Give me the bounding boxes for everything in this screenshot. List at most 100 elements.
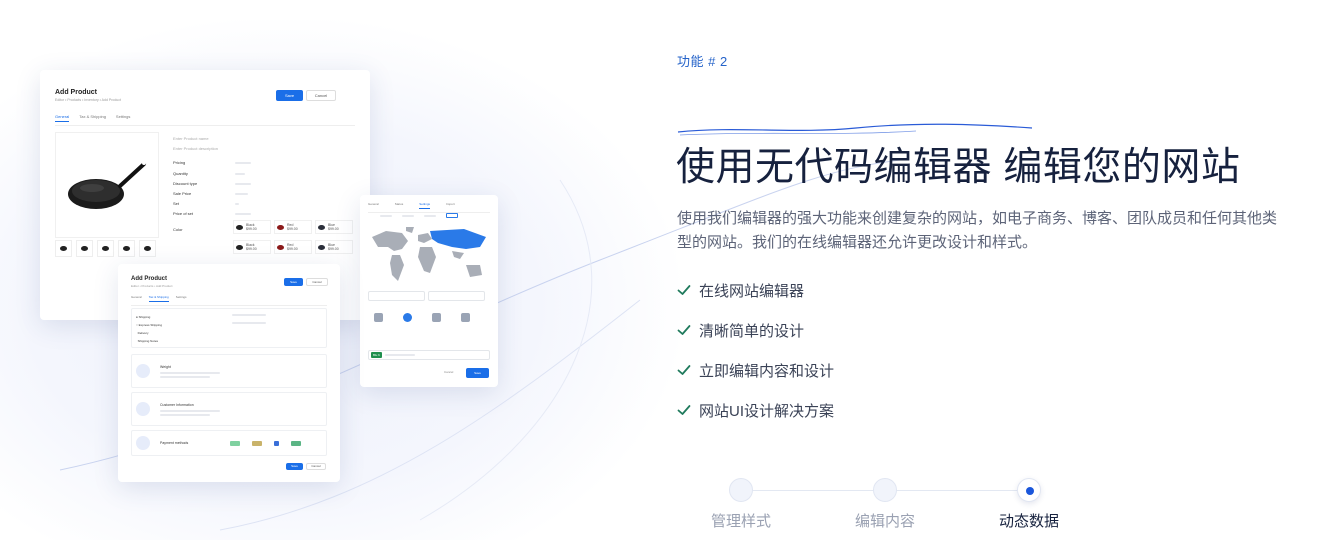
map-input[interactable] xyxy=(368,291,425,301)
secondary-save-button[interactable]: Save xyxy=(286,463,303,470)
mockup-tab-settings[interactable]: Settings xyxy=(116,114,130,122)
globe-icon[interactable] xyxy=(403,313,412,322)
step-edit-content[interactable]: 编辑内容 xyxy=(844,478,926,531)
check-icon xyxy=(677,285,691,295)
mockup-breadcrumb: Editor • Products • Inventory • Add Prod… xyxy=(55,98,121,102)
form-row: Quantity xyxy=(173,171,245,176)
field-label: Price of set xyxy=(173,211,194,216)
thumbnail[interactable] xyxy=(55,240,72,257)
mockup-breadcrumb: Editor • Products • Add Product xyxy=(131,284,173,288)
payment-chip[interactable] xyxy=(274,440,279,446)
field-label: Sale Price xyxy=(173,191,192,196)
product-thumbnails xyxy=(55,240,156,257)
headline: 使用无代码编辑器 编辑您的网站 xyxy=(676,146,1241,189)
tax-shipping-mockup: Add Product Editor • Products • Add Prod… xyxy=(118,264,340,482)
form-row: Discount type xyxy=(173,181,251,186)
payment-chip[interactable] xyxy=(252,440,262,446)
form-row: Price of set xyxy=(173,211,251,216)
payment-chip[interactable] xyxy=(291,440,301,446)
field-label: Set xyxy=(173,201,180,206)
mockup-tab-general[interactable]: General xyxy=(55,114,70,122)
location-pin-icon xyxy=(136,364,150,378)
mockup-title: Add Product xyxy=(131,276,167,282)
step-navigation: 管理样式 编辑内容 动态数据 xyxy=(700,478,1080,538)
trash-icon[interactable] xyxy=(432,313,441,322)
checklist-item-label: 网站UI设计解决方案 xyxy=(699,402,835,420)
shipping-option: Shipping Notes xyxy=(137,339,159,343)
step-dot[interactable] xyxy=(873,478,897,502)
world-map xyxy=(372,227,486,281)
product-description-field[interactable]: Enter Product description xyxy=(173,146,218,151)
step-dot[interactable] xyxy=(1017,478,1041,502)
color-label: Color xyxy=(173,227,183,232)
mockup-tabs: General Tax & Shipping Settings xyxy=(131,295,327,306)
thumbnail[interactable] xyxy=(139,240,156,257)
section-title: Payment methods xyxy=(160,441,189,445)
check-icon xyxy=(677,405,691,415)
mockup-tab-tax[interactable]: Tax & Shipping xyxy=(79,114,106,122)
map-select[interactable]: Blu 6 xyxy=(368,350,490,360)
map-icon-row xyxy=(374,313,470,322)
step-label: 管理样式 xyxy=(710,513,771,530)
shipping-option[interactable]: ○ Express Shipping xyxy=(136,321,322,329)
color-swatch[interactable]: Black $99.00 xyxy=(233,240,271,254)
thumbnail[interactable] xyxy=(76,240,93,257)
mockup-cancel-button[interactable]: Cancel xyxy=(306,90,336,101)
mockup-tab-tax[interactable]: Tax & Shipping xyxy=(148,295,169,302)
thumbnail[interactable] xyxy=(97,240,114,257)
form-row: Sale Price xyxy=(173,191,248,196)
color-swatch[interactable]: Black $99.00 xyxy=(233,220,271,234)
calendar-icon[interactable] xyxy=(461,313,470,322)
step-dynamic-data[interactable]: 动态数据 xyxy=(988,478,1070,531)
step-dot[interactable] xyxy=(729,478,753,502)
payment-methods-section: Payment methods xyxy=(131,430,327,456)
map-tag: Blu 6 xyxy=(371,352,382,358)
feature-checklist: 在线网站编辑器 清晰简单的设计 立即编辑内容和设计 网站UI设计解决方案 xyxy=(677,280,834,440)
color-swatch[interactable]: Blue $99.00 xyxy=(315,240,353,254)
checklist-item: 立即编辑内容和设计 xyxy=(677,360,834,380)
checklist-item: 网站UI设计解决方案 xyxy=(677,400,834,420)
step-label: 编辑内容 xyxy=(854,513,915,530)
map-tab[interactable]: Settings xyxy=(419,202,431,209)
step-label: 动态数据 xyxy=(998,513,1059,530)
step-manage-styles[interactable]: 管理样式 xyxy=(700,478,782,531)
check-icon xyxy=(677,325,691,335)
shipping-option: Delivery xyxy=(137,331,149,335)
mockup-tab-settings[interactable]: Settings xyxy=(176,295,187,302)
map-cancel-button[interactable]: Cancel xyxy=(444,370,453,374)
map-input[interactable] xyxy=(428,291,485,301)
product-name-field[interactable]: Enter Product name xyxy=(173,136,209,141)
color-swatch[interactable]: Red $99.00 xyxy=(274,240,312,254)
checklist-item-label: 立即编辑内容和设计 xyxy=(699,362,835,380)
secondary-cancel-button[interactable]: Cancel xyxy=(306,463,326,470)
customer-information-section: Customer Information xyxy=(131,392,327,426)
checklist-item-label: 清晰简单的设计 xyxy=(699,322,805,340)
map-tab[interactable]: Import xyxy=(446,202,455,209)
map-inputs xyxy=(368,291,485,301)
color-swatch[interactable]: Blue $99.00 xyxy=(315,220,353,234)
color-swatch[interactable]: Red $99.00 xyxy=(274,220,312,234)
payment-chip[interactable] xyxy=(230,440,240,446)
checklist-item-label: 在线网站编辑器 xyxy=(699,282,805,300)
mockup-tab-general[interactable]: General xyxy=(131,295,142,302)
mockup-title: Add Product xyxy=(55,89,97,96)
mockup-save-button[interactable]: Save xyxy=(284,278,303,286)
user-icon xyxy=(136,402,150,416)
form-row: Set xyxy=(173,201,239,206)
feature-tag: 功能 # 2 xyxy=(677,54,728,69)
map-tab[interactable]: Status xyxy=(395,202,404,209)
map-save-button[interactable]: Save xyxy=(466,368,489,378)
mockup-cancel-button[interactable]: Cancel xyxy=(306,278,328,286)
section-title: Customer Information xyxy=(160,402,194,407)
checklist-item: 在线网站编辑器 xyxy=(677,280,834,300)
shipping-option[interactable]: ● Shipping xyxy=(136,313,322,321)
link-icon[interactable] xyxy=(374,313,383,322)
map-tab[interactable]: General xyxy=(368,202,379,209)
color-swatches: Black $99.00 Red $99.00 Blue $99.00 Black $9… xyxy=(233,220,353,254)
check-icon xyxy=(677,365,691,375)
field-label: Discount type xyxy=(173,181,198,186)
mockup-save-button[interactable]: Save xyxy=(276,90,303,101)
checklist-item: 清晰简单的设计 xyxy=(677,320,834,340)
feature-description: 使用我们编辑器的强大功能来创建复杂的网站，如电子商务、博客、团队成员和任何其他类… xyxy=(677,210,1278,251)
thumbnail[interactable] xyxy=(118,240,135,257)
